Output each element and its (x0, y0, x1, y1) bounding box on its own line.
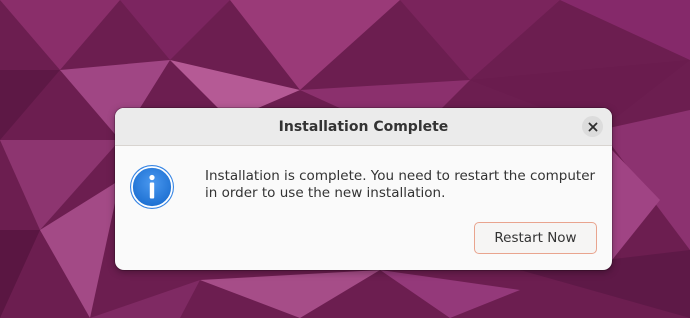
restart-now-button[interactable]: Restart Now (474, 222, 597, 254)
info-icon (130, 165, 174, 209)
dialog-message: Installation is complete. You need to re… (205, 168, 596, 201)
installation-dialog: Installation Complete Installation is co… (115, 108, 612, 270)
close-icon (588, 122, 597, 131)
desktop-background: Installation Complete Installation is co… (0, 0, 690, 318)
close-button[interactable] (582, 116, 603, 137)
dialog-title: Installation Complete (278, 119, 449, 135)
dialog-titlebar: Installation Complete (115, 108, 612, 146)
